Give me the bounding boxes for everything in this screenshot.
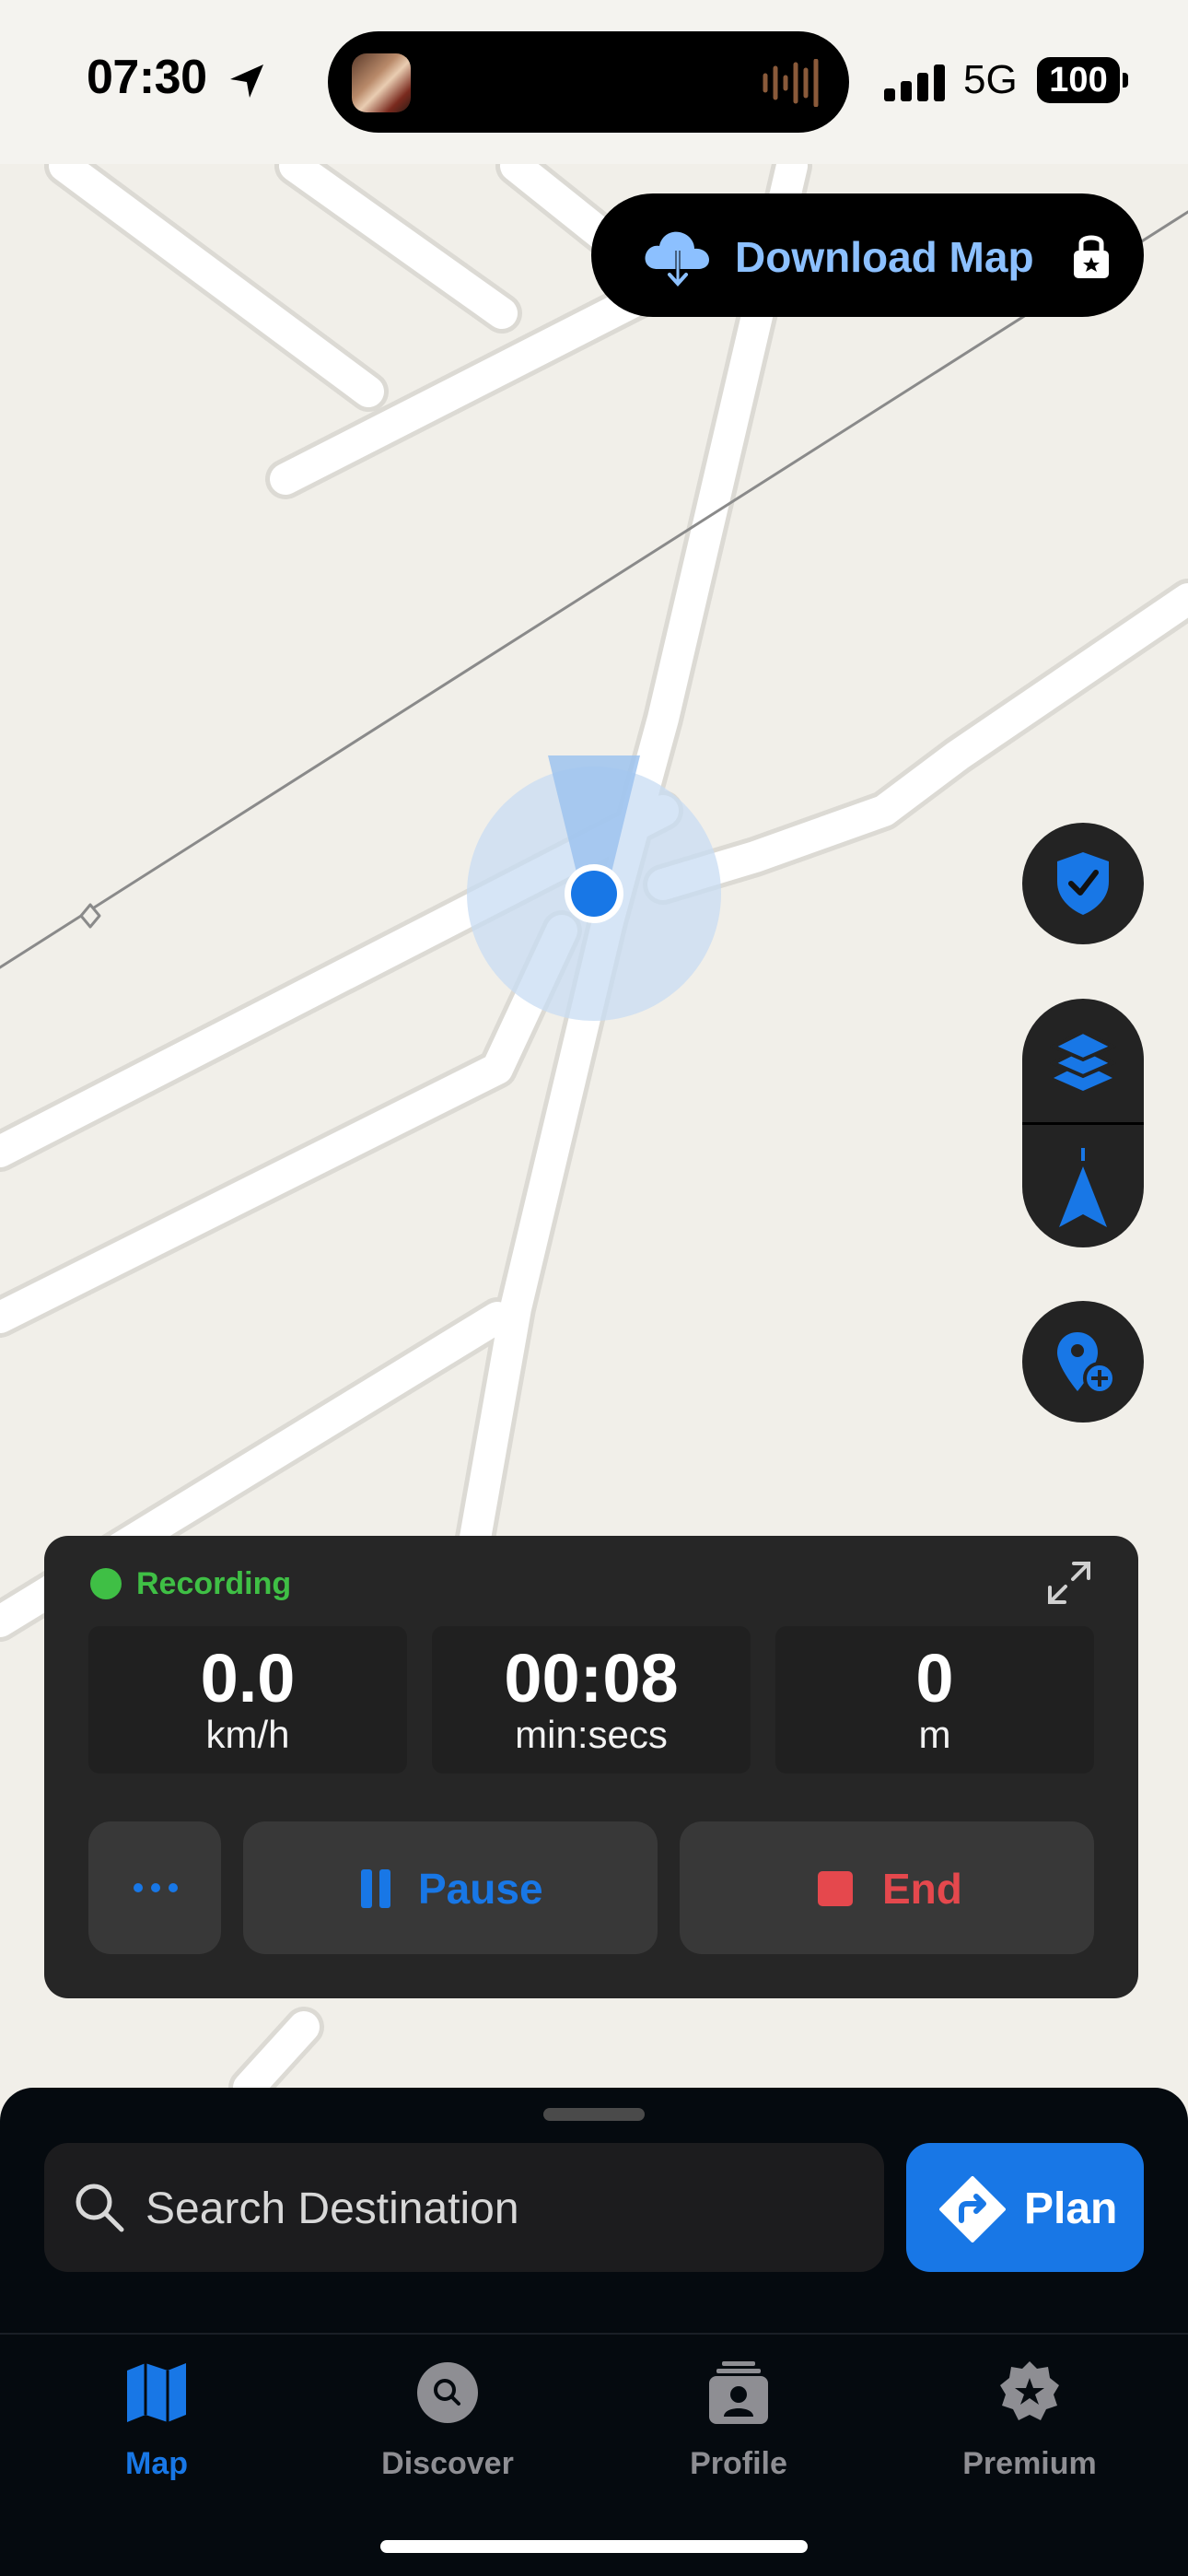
tab-map-label: Map	[125, 2446, 188, 2481]
directions-icon	[939, 2176, 1006, 2242]
tab-discover-label: Discover	[381, 2446, 514, 2481]
audio-waveform-icon	[763, 59, 819, 107]
sheet-grabber[interactable]	[543, 2108, 645, 2121]
distance-value: 0	[915, 1640, 954, 1716]
stop-icon	[818, 1871, 853, 1906]
shield-check-icon	[1057, 852, 1109, 915]
recording-panel: Recording 0.0 km/h 00:08 min:secs 0 m Pa…	[44, 1536, 1138, 1998]
speed-value: 0.0	[200, 1640, 296, 1716]
safety-shield-button[interactable]	[1022, 823, 1144, 944]
lock-star-icon	[1074, 235, 1109, 278]
location-arrow-icon	[230, 64, 263, 98]
pause-icon	[361, 1869, 390, 1908]
cloud-download-icon	[645, 231, 709, 287]
status-time: 07:30	[87, 51, 207, 104]
duration-unit: min:secs	[515, 1713, 668, 1756]
plan-label: Plan	[1024, 2184, 1118, 2233]
battery-icon: 100	[1037, 57, 1129, 103]
layers-icon[interactable]	[1050, 1026, 1116, 1093]
tab-profile-label: Profile	[690, 2446, 787, 2481]
download-map-button[interactable]: Download Map	[591, 193, 1144, 317]
profile-icon	[709, 2361, 768, 2424]
more-options-button[interactable]	[88, 1821, 221, 1954]
distance-stat: 0 m	[775, 1626, 1094, 1774]
end-label: End	[882, 1865, 962, 1913]
plan-button[interactable]: Plan	[906, 2143, 1144, 2272]
battery-level: 100	[1049, 61, 1108, 100]
end-button[interactable]: End	[680, 1821, 1094, 1954]
add-pin-icon	[1057, 1332, 1116, 1395]
compass-arrow-icon[interactable]	[1055, 1146, 1111, 1231]
cellular-signal-icon	[884, 64, 945, 101]
search-placeholder: Search Destination	[146, 2184, 519, 2233]
search-icon	[76, 2184, 124, 2232]
pause-button[interactable]: Pause	[243, 1821, 658, 1954]
tab-bar: Map Discover Profile Premium	[0, 2337, 1188, 2576]
download-map-label: Download Map	[735, 233, 1034, 281]
tab-discover[interactable]: Discover	[337, 2359, 558, 2498]
status-bar: 07:30 5G 100	[0, 0, 1188, 164]
premium-star-icon	[1000, 2361, 1059, 2420]
pause-label: Pause	[418, 1865, 543, 1913]
network-type: 5G	[963, 57, 1018, 102]
add-pin-button[interactable]	[1022, 1301, 1144, 1423]
more-dots-icon	[134, 1883, 178, 1892]
search-input[interactable]: Search Destination	[44, 2143, 884, 2272]
tab-map[interactable]: Map	[46, 2359, 267, 2498]
controls-divider	[1022, 1122, 1144, 1125]
tab-profile[interactable]: Profile	[628, 2359, 849, 2498]
map-controls-group	[1022, 999, 1144, 1247]
speed-stat: 0.0 km/h	[88, 1626, 407, 1774]
speed-unit: km/h	[205, 1713, 290, 1756]
duration-value: 00:08	[504, 1640, 679, 1716]
duration-stat: 00:08 min:secs	[432, 1626, 751, 1774]
tab-premium[interactable]: Premium	[919, 2359, 1140, 2498]
sheet-divider	[0, 2333, 1188, 2335]
distance-unit: m	[918, 1713, 951, 1756]
now-playing-artwork	[352, 53, 411, 112]
home-indicator[interactable]	[380, 2540, 808, 2553]
recording-indicator	[90, 1568, 122, 1599]
map-icon	[127, 2363, 186, 2422]
dynamic-island[interactable]	[328, 31, 849, 133]
recording-status: Recording	[136, 1566, 292, 1601]
expand-icon[interactable]	[1044, 1558, 1094, 1608]
tab-premium-label: Premium	[962, 2446, 1097, 2481]
discover-icon	[417, 2362, 478, 2423]
